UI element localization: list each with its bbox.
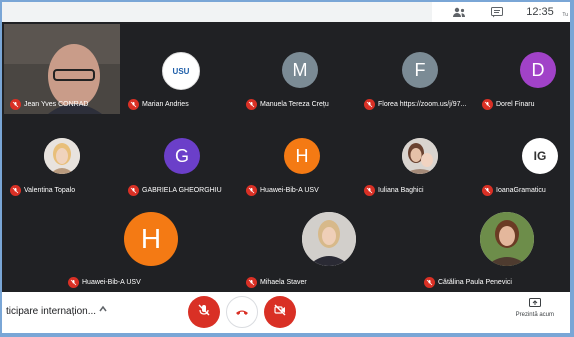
participant-name: Marian Andries	[142, 101, 189, 108]
participant-tile[interactable]: Cătălina Paula Penevici	[418, 204, 570, 292]
present-screen-icon	[516, 298, 554, 308]
participant-nameplate: Huawei-Bib-A USV	[246, 185, 319, 196]
mic-off-icon	[10, 185, 21, 196]
participant-nameplate: Florea https://zoom.us/j/97...	[364, 99, 466, 110]
participant-tile[interactable]: Iuliana Baghici	[358, 118, 472, 200]
people-icon[interactable]	[440, 2, 478, 22]
top-bar-blank	[2, 2, 432, 22]
avatar	[480, 212, 534, 266]
participant-nameplate: Cătălina Paula Penevici	[424, 277, 512, 288]
avatar-letter: G	[174, 145, 189, 166]
mic-off-icon	[364, 185, 375, 196]
participant-tile[interactable]: M Manuela Tereza Crețu	[240, 24, 354, 114]
avatar: G	[164, 138, 200, 174]
avatar: IG	[522, 138, 558, 174]
mic-off-icon	[246, 277, 257, 288]
participant-nameplate: Jean Yves CONRAD	[10, 99, 88, 110]
participant-tile[interactable]: F Florea https://zoom.us/j/97...	[358, 24, 472, 114]
participant-nameplate: Valentina Topalo	[10, 185, 75, 196]
mic-off-icon	[364, 99, 375, 110]
participant-tile[interactable]: Mihaela Staver	[240, 204, 416, 292]
bottom-bar: ticipare internațion... Prezintă acum	[2, 292, 570, 333]
avatar: D	[520, 52, 556, 88]
participant-name: Florea https://zoom.us/j/97...	[378, 101, 467, 108]
participant-nameplate: Mihaela Staver	[246, 277, 307, 288]
mic-off-icon	[246, 185, 257, 196]
participant-nameplate: IoanaGramaticu	[482, 185, 546, 196]
avatar-letter: F	[414, 59, 426, 80]
participant-name: Valentina Topalo	[24, 187, 76, 194]
participant-nameplate: Iuliana Baghici	[364, 185, 424, 196]
participant-nameplate: Huawei-Bib-A USV	[68, 277, 141, 288]
participant-name: Mihaela Staver	[260, 279, 307, 286]
avatar: H	[284, 138, 320, 174]
participant-nameplate: Marian Andries	[128, 99, 189, 110]
participant-tile[interactable]: H Huawei-Bib-A USV	[62, 204, 238, 292]
avatar	[44, 138, 80, 174]
participant-nameplate: GABRIELA GHEORGHIU	[128, 185, 222, 196]
participant-tile[interactable]: H Huawei-Bib-A USV	[240, 118, 354, 200]
avatar: USU	[162, 52, 200, 90]
end-call-button[interactable]	[226, 296, 258, 328]
participant-tile[interactable]: Valentina Topalo	[4, 118, 120, 200]
participant-name: Huawei-Bib-A USV	[260, 187, 319, 194]
avatar-letter: D	[531, 59, 545, 80]
participant-tile[interactable]: IG IoanaGramaticu	[476, 118, 570, 200]
mic-off-icon	[424, 277, 435, 288]
participant-nameplate: Manuela Tereza Crețu	[246, 99, 329, 110]
clock-time: 12:35	[526, 6, 554, 18]
avatar: F	[402, 52, 438, 88]
participant-tile[interactable]: G GABRIELA GHEORGHIU	[122, 118, 236, 200]
mic-off-icon	[246, 99, 257, 110]
participant-tile[interactable]: USU Marian Andries	[122, 24, 236, 114]
top-bar: 12:35 Tu	[2, 2, 570, 22]
participant-grid: Jean Yves CONRAD USU Marian Andries M Ma…	[2, 22, 570, 292]
mic-off-icon	[68, 277, 79, 288]
participant-name: Manuela Tereza Crețu	[260, 101, 329, 108]
participant-tile[interactable]: D Dorel Finaru	[476, 24, 570, 114]
camera-toggle-button[interactable]	[264, 296, 296, 328]
participant-tile[interactable]: Jean Yves CONRAD	[4, 24, 120, 114]
avatar: H	[124, 212, 178, 266]
camera-off-icon	[273, 303, 287, 322]
participant-name: IoanaGramaticu	[496, 187, 546, 194]
usu-logo: USU	[172, 66, 190, 76]
avatar	[302, 212, 356, 266]
mic-off-icon	[128, 185, 139, 196]
mic-toggle-button[interactable]	[188, 296, 220, 328]
avatar-letter: M	[292, 59, 308, 80]
participant-name: GABRIELA GHEORGHIU	[142, 187, 222, 194]
top-right-controls: 12:35	[440, 2, 564, 22]
participant-name: Dorel Finaru	[496, 101, 535, 108]
mic-off-icon	[482, 185, 493, 196]
mic-off-icon	[10, 99, 21, 110]
present-now-button[interactable]: Prezintă acum	[516, 298, 554, 318]
participant-name: Huawei-Bib-A USV	[82, 279, 141, 286]
participant-nameplate: Dorel Finaru	[482, 99, 535, 110]
avatar	[402, 138, 438, 174]
avatar-letter: H	[140, 223, 162, 254]
meeting-title[interactable]: ticipare internațion...	[6, 306, 96, 317]
avatar-letter: H	[295, 145, 309, 166]
chat-icon[interactable]	[478, 2, 516, 22]
phone-hangup-icon	[235, 303, 249, 321]
participant-name: Cătălina Paula Penevici	[438, 279, 512, 286]
participant-name: Iuliana Baghici	[378, 187, 424, 194]
avatar: M	[282, 52, 318, 88]
participant-name: Jean Yves CONRAD	[24, 101, 89, 108]
self-tag: Tu	[562, 12, 568, 18]
mic-off-icon	[482, 99, 493, 110]
mic-off-icon	[128, 99, 139, 110]
mic-off-icon	[197, 303, 211, 322]
meet-window: 12:35 Tu Jean Yves CONRAD USU Marian And…	[2, 2, 570, 333]
present-label: Prezintă acum	[515, 312, 554, 318]
ig-logo: IG	[533, 149, 547, 163]
chevron-up-icon[interactable]	[98, 304, 108, 317]
